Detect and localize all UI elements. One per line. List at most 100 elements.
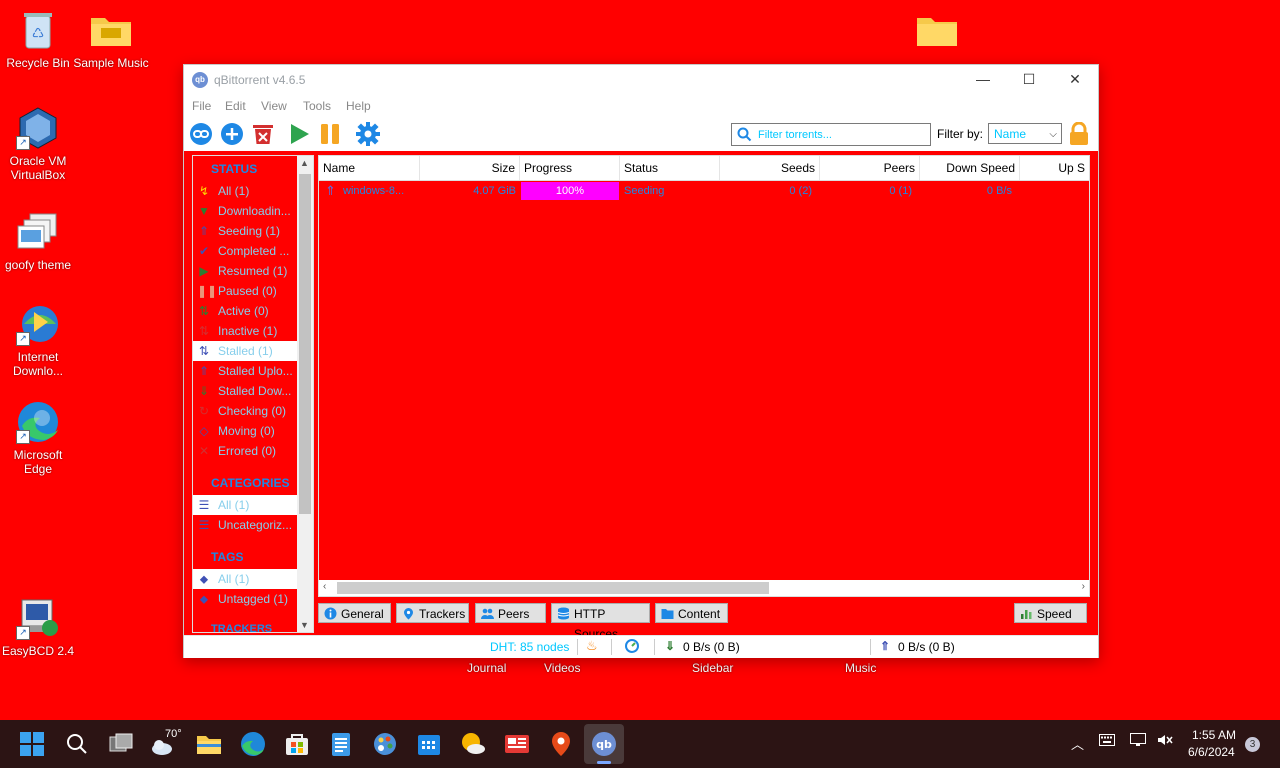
title-bar[interactable]: qb qBittorrent v4.6.5 — ☐ ✕: [184, 65, 1098, 95]
maps-button[interactable]: [547, 730, 575, 758]
clock-date[interactable]: 6/6/2024: [1188, 745, 1235, 759]
sidebar-scrollbar[interactable]: ▲ ▼: [297, 156, 313, 632]
tag-item-untagged[interactable]: ⬥ Untagged (1): [193, 589, 297, 609]
tag-icon: ⬥: [199, 592, 209, 606]
column-header-peers[interactable]: Peers: [820, 156, 920, 180]
qbittorrent-taskbar-button[interactable]: qb: [584, 724, 624, 764]
menu-file[interactable]: File: [192, 99, 211, 113]
sidebar-scroll-thumb[interactable]: [299, 174, 311, 514]
status-filter-item[interactable]: ▶ Resumed (1): [193, 261, 297, 281]
desktop-icon-virtualbox[interactable]: ↗ Oracle VM VirtualBox: [0, 106, 76, 182]
desktop-icon-sample-music[interactable]: Sample Music: [73, 8, 149, 70]
column-header-size[interactable]: Size: [420, 156, 520, 180]
edge-taskbar-button[interactable]: [239, 730, 267, 758]
desktop-icon-folder-top[interactable]: [899, 8, 975, 56]
desktop-icon-internet-download-manager[interactable]: ↗ Internet Downlo...: [0, 302, 76, 378]
file-explorer-button[interactable]: [195, 730, 223, 758]
scroll-left-icon[interactable]: ‹: [323, 581, 326, 592]
column-header-status[interactable]: Status: [620, 156, 720, 180]
maximize-button[interactable]: ☐: [1006, 65, 1052, 95]
tab-content[interactable]: Content: [655, 603, 728, 623]
search-button[interactable]: [63, 730, 91, 758]
status-filter-item[interactable]: ⇅ Stalled (1): [193, 341, 297, 361]
status-filter-item[interactable]: ⇅ Inactive (1): [193, 321, 297, 341]
status-filter-item[interactable]: ⇑ Stalled Uplo...: [193, 361, 297, 381]
folder-icon: [661, 609, 674, 619]
add-torrent-link-button[interactable]: [189, 122, 213, 146]
table-scroll-thumb[interactable]: [337, 582, 769, 594]
download-speed-text[interactable]: 0 B/s (0 B): [683, 640, 740, 654]
menu-tools[interactable]: Tools: [303, 99, 331, 113]
column-header-up-speed[interactable]: Up S: [1020, 156, 1089, 180]
weather-widget[interactable]: 70°: [150, 728, 186, 758]
column-header-down-speed[interactable]: Down Speed: [920, 156, 1020, 180]
alt-speed-icon[interactable]: [625, 639, 639, 656]
desktop-icon-goofy-theme[interactable]: goofy theme: [0, 210, 76, 272]
news-button[interactable]: [503, 730, 531, 758]
desktop-icon-easybcd[interactable]: ↗ EasyBCD 2.4: [0, 596, 76, 658]
scroll-down-icon[interactable]: ▼: [300, 620, 309, 630]
lock-button[interactable]: [1068, 121, 1092, 146]
calendar-button[interactable]: [415, 730, 443, 758]
status-filter-item[interactable]: ↻ Checking (0): [193, 401, 297, 421]
menu-view[interactable]: View: [261, 99, 287, 113]
table-row[interactable]: ⇑ windows-8... 4.07 GiB Seeding 0 (2) 0 …: [319, 181, 1089, 201]
store-button[interactable]: [283, 730, 311, 758]
scroll-up-icon[interactable]: ▲: [300, 158, 309, 168]
paint-button[interactable]: [371, 730, 399, 758]
status-filter-item[interactable]: ▼ Downloadin...: [193, 201, 297, 221]
table-horizontal-scrollbar[interactable]: ‹ ›: [319, 580, 1089, 596]
desktop-icon-recycle-bin[interactable]: ♺ Recycle Bin: [0, 8, 76, 70]
status-filter-item[interactable]: ↯ All (1): [193, 181, 297, 201]
filter-torrents-input[interactable]: [756, 126, 928, 143]
tab-peers[interactable]: Peers: [475, 603, 546, 623]
column-header-name[interactable]: Name: [319, 156, 420, 180]
column-header-seeds[interactable]: Seeds: [720, 156, 820, 180]
tag-item-all[interactable]: ⬥ All (1): [193, 569, 297, 589]
filter-sidebar: STATUS ↯ All (1) ▼ Downloadin... ⇑ Seeding (1…: [192, 155, 314, 633]
upload-speed-icon: ⇑: [880, 639, 891, 653]
delete-torrent-button[interactable]: [251, 122, 275, 146]
status-filter-item[interactable]: ⇅ Active (0): [193, 301, 297, 321]
upload-speed-text[interactable]: 0 B/s (0 B): [898, 640, 955, 654]
category-item-uncategorized[interactable]: ☰ Uncategoriz...: [193, 515, 297, 535]
pause-button[interactable]: [318, 122, 342, 146]
keyboard-icon[interactable]: [1099, 734, 1115, 749]
volume-muted-icon[interactable]: [1157, 733, 1173, 750]
status-filter-item[interactable]: ⇓ Stalled Dow...: [193, 381, 297, 401]
scroll-right-icon[interactable]: ›: [1082, 581, 1085, 592]
category-item-all[interactable]: ☰ All (1): [193, 495, 297, 515]
clock-time[interactable]: 1:55 AM: [1192, 728, 1236, 742]
add-torrent-file-button[interactable]: [220, 122, 244, 146]
network-icon[interactable]: [1130, 733, 1146, 750]
weather-temperature: 70°: [165, 728, 182, 740]
resume-button[interactable]: [287, 122, 311, 146]
status-filter-item[interactable]: ✔ Completed ...: [193, 241, 297, 261]
desktop-icon-microsoft-edge[interactable]: ↗ Microsoft Edge: [0, 400, 76, 476]
menu-help[interactable]: Help: [346, 99, 371, 113]
start-button[interactable]: [18, 730, 46, 758]
filter-torrents-search: [731, 123, 931, 146]
notification-badge[interactable]: 3: [1245, 737, 1260, 752]
menu-edit[interactable]: Edit: [225, 99, 246, 113]
notepad-button[interactable]: [327, 730, 355, 758]
speed-button[interactable]: Speed: [1014, 603, 1087, 623]
status-filter-item[interactable]: ⇑ Seeding (1): [193, 221, 297, 241]
minimize-button[interactable]: —: [960, 65, 1006, 95]
svg-text:♺: ♺: [32, 26, 45, 42]
status-filter-item[interactable]: ❚❚ Paused (0): [193, 281, 297, 301]
show-hidden-icons-button[interactable]: ︿: [1071, 734, 1084, 753]
options-button[interactable]: [356, 122, 380, 146]
filter-by-select[interactable]: Name ⌵: [988, 123, 1062, 144]
close-button[interactable]: ✕: [1052, 65, 1098, 95]
status-filter-item[interactable]: ◇ Moving (0): [193, 421, 297, 441]
tab-http-sources[interactable]: HTTP Sources: [551, 603, 650, 641]
task-view-button[interactable]: [107, 730, 135, 758]
firewall-icon[interactable]: ♨: [586, 638, 598, 654]
tab-general[interactable]: General: [318, 603, 391, 623]
weather-app-button[interactable]: [459, 730, 487, 758]
column-header-progress[interactable]: Progress: [520, 156, 620, 180]
tab-trackers[interactable]: Trackers: [396, 603, 469, 623]
status-filter-item[interactable]: ✕ Errored (0): [193, 441, 297, 461]
torrent-down-speed: 0 B/s: [986, 185, 1012, 197]
